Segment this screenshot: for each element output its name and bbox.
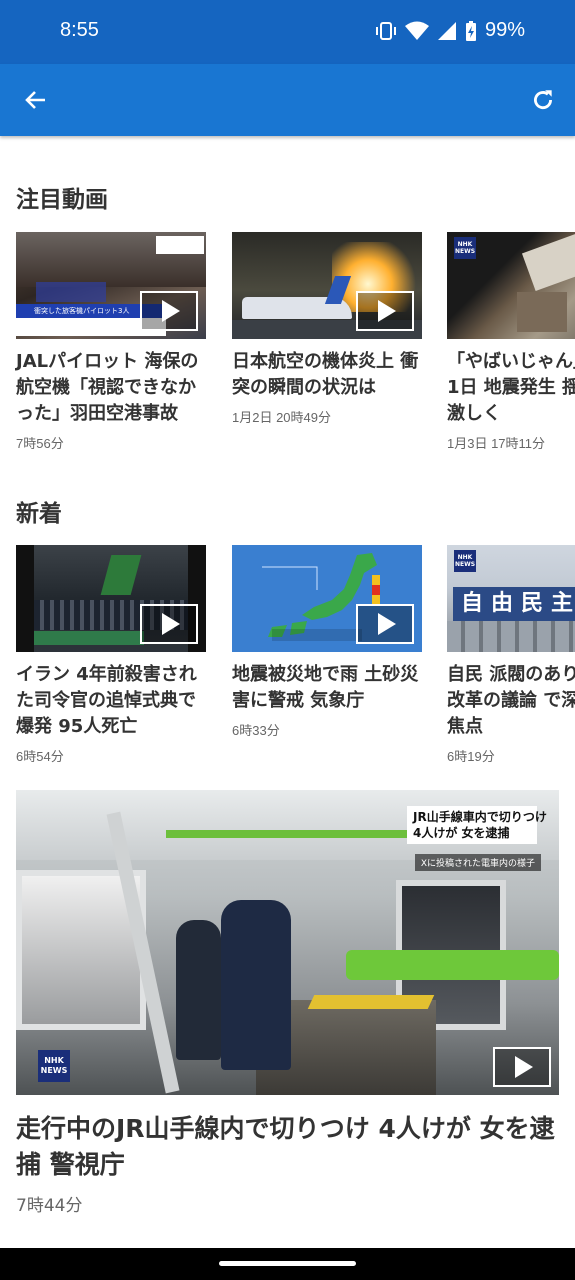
- video-thumbnail[interactable]: 衝突した旅客機パイロット3人: [16, 232, 206, 339]
- featured-caption-line2: 4人けが 女を逮捕: [413, 826, 510, 840]
- signal-icon: [437, 21, 456, 40]
- nhk-news-logo: NHK NEWS: [454, 237, 476, 259]
- play-button[interactable]: [493, 1047, 551, 1087]
- arrow-back-icon: [25, 91, 45, 109]
- video-thumbnail[interactable]: NHK NEWS: [447, 232, 575, 339]
- video-title[interactable]: 日本航空の機体炎上 衝突の瞬間の状況は: [232, 349, 422, 401]
- video-title[interactable]: 「やばいじゃん」輪島 1日 地震発生 揺れ急に激しく: [447, 349, 575, 427]
- video-card[interactable]: 日本航空の機体炎上 衝突の瞬間の状況は 1月2日 20時49分: [232, 232, 422, 426]
- featured-video-thumbnail[interactable]: JR山手線車内で切りつけ 4人けが 女を逮捕 Xに投稿された電車内の様子 NHK…: [16, 790, 559, 1095]
- status-bar: 8:55 99%: [0, 0, 575, 64]
- section-title-featured-videos: 注目動画: [16, 187, 108, 213]
- video-card[interactable]: NHKNEWS 「やばいじゃん」輪島 1日 地震発生 揺れ急に激しく 1月3日 …: [447, 232, 575, 452]
- featured-caption-source: Xに投稿された電車内の様子: [414, 854, 541, 871]
- video-title[interactable]: 自民 派閥のあり方 党改革の議論 で深まるか焦点: [447, 662, 575, 740]
- featured-caption-line1: JR山手線車内で切りつけ: [413, 810, 547, 824]
- featured-caption: JR山手線車内で切りつけ 4人けが 女を逮捕: [407, 806, 547, 844]
- system-nav-bar: [0, 1248, 575, 1280]
- video-time: 6時33分: [232, 723, 280, 738]
- refresh-button[interactable]: [525, 82, 561, 118]
- wifi-icon: [404, 21, 429, 40]
- play-icon: [162, 300, 180, 322]
- video-title[interactable]: イラン 4年前殺害された司令官の追悼式典で爆発 95人死亡: [16, 662, 206, 740]
- video-card[interactable]: NHKNEWS 自由民主 自民 派閥のあり方 党改革の議論 で深まるか焦点 6時…: [447, 545, 575, 765]
- section-title-latest: 新着: [16, 501, 62, 527]
- featured-video-card[interactable]: JR山手線車内で切りつけ 4人けが 女を逮捕 Xに投稿された電車内の様子 NHK…: [16, 790, 559, 1216]
- video-time: 6時19分: [447, 749, 495, 764]
- video-time: 6時54分: [16, 749, 64, 764]
- nhk-news-logo: NHK NEWS: [38, 1050, 70, 1082]
- building-sign-text: 自由民主: [453, 587, 575, 621]
- battery-percent: 99%: [484, 19, 525, 41]
- play-button[interactable]: [356, 604, 414, 644]
- video-time: 1月2日 20時49分: [232, 410, 331, 425]
- app-bar: [0, 64, 575, 136]
- video-title[interactable]: 地震被災地で雨 土砂災害に警戒 気象庁: [232, 662, 422, 714]
- play-button[interactable]: [356, 291, 414, 331]
- back-button[interactable]: [18, 82, 54, 118]
- battery-charging-icon: [465, 20, 476, 41]
- status-time: 8:55: [60, 19, 99, 41]
- home-gesture-handle[interactable]: [219, 1261, 356, 1266]
- nhk-news-logo: NHK NEWS: [454, 550, 476, 572]
- video-card[interactable]: 地震被災地で雨 土砂災害に警戒 気象庁 6時33分: [232, 545, 422, 739]
- play-button[interactable]: [140, 291, 198, 331]
- video-thumbnail[interactable]: NHK NEWS 自由民主: [447, 545, 575, 652]
- play-icon: [162, 613, 180, 635]
- refresh-icon: [534, 90, 552, 110]
- featured-video-time: 7時44分: [16, 1196, 83, 1216]
- play-icon: [378, 613, 396, 635]
- play-button[interactable]: [140, 604, 198, 644]
- play-icon: [515, 1056, 533, 1078]
- video-time: 7時56分: [16, 436, 64, 451]
- featured-videos-row[interactable]: 衝突した旅客機パイロット3人 JALパイロット 海保の航空機「視認できなかった」…: [0, 232, 575, 462]
- video-time: 1月3日 17時11分: [447, 436, 546, 451]
- vibrate-icon: [375, 21, 396, 40]
- video-thumbnail[interactable]: [16, 545, 206, 652]
- video-card[interactable]: 衝突した旅客機パイロット3人 JALパイロット 海保の航空機「視認できなかった」…: [16, 232, 206, 452]
- status-icons: 99%: [375, 19, 525, 42]
- latest-videos-row[interactable]: イラン 4年前殺害された司令官の追悼式典で爆発 95人死亡 6時54分 地震被災…: [0, 545, 575, 775]
- video-title[interactable]: JALパイロット 海保の航空機「視認できなかった」羽田空港事故: [16, 349, 206, 427]
- video-thumbnail[interactable]: [232, 545, 422, 652]
- featured-video-title[interactable]: 走行中のJR山手線内で切りつけ 4人けが 女を逮捕 警視庁: [16, 1111, 559, 1183]
- video-thumbnail[interactable]: [232, 232, 422, 339]
- video-card[interactable]: イラン 4年前殺害された司令官の追悼式典で爆発 95人死亡 6時54分: [16, 545, 206, 765]
- play-icon: [378, 300, 396, 322]
